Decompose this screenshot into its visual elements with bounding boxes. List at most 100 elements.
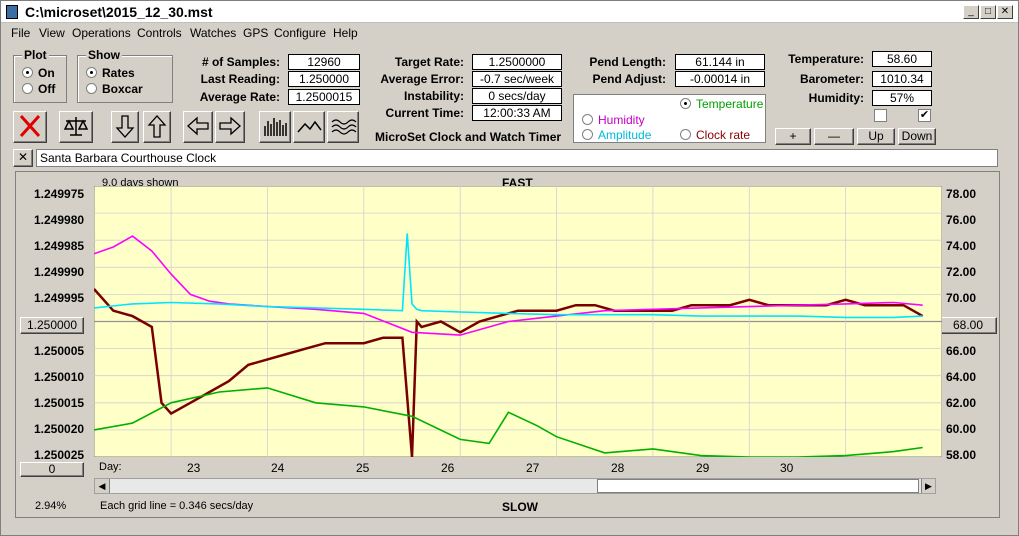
- day-tick: 27: [526, 461, 540, 475]
- temperature-option-label: Temperature: [696, 97, 764, 111]
- show-rates-label: Rates: [102, 66, 135, 80]
- clock-rate-radio[interactable]: Clock rate: [680, 128, 750, 142]
- show-boxcar-radio[interactable]: Boxcar: [86, 82, 143, 96]
- target-rate-field: 1.2500000: [472, 54, 562, 70]
- arrow-down-icon: [115, 115, 135, 138]
- plot-on-label: On: [38, 66, 55, 80]
- average-error-field: -0.7 sec/week: [472, 71, 562, 87]
- right-tick: 58.00: [946, 448, 977, 462]
- show-rates-radio[interactable]: Rates: [86, 66, 135, 80]
- show-group-title: Show: [86, 48, 122, 62]
- instability-field: 0 secs/day: [472, 88, 562, 104]
- scroll-thumb[interactable]: [597, 479, 919, 493]
- menu-help[interactable]: Help: [333, 26, 358, 40]
- stop-button[interactable]: [13, 111, 47, 143]
- minimize-button[interactable]: _: [963, 5, 979, 19]
- humidity-radio[interactable]: Humidity: [582, 113, 645, 127]
- pend-adjust-field: -0.00014 in: [675, 71, 765, 87]
- last-reading-label: Last Reading:: [200, 72, 280, 86]
- left-tick: 1.249995: [34, 291, 85, 305]
- show-group: Show Rates Boxcar: [77, 48, 173, 103]
- right-checkbox[interactable]: ✔: [918, 109, 931, 122]
- minus-button[interactable]: —: [814, 128, 854, 145]
- balance-button[interactable]: [59, 111, 93, 143]
- close-button[interactable]: ✕: [997, 5, 1013, 19]
- menu-file[interactable]: File: [11, 26, 30, 40]
- scale-icon: [63, 117, 89, 136]
- menu-bar: File View Operations Controls Watches GP…: [1, 23, 1018, 43]
- plot-off-radio[interactable]: Off: [22, 82, 55, 96]
- red-x-icon: [19, 114, 41, 138]
- temperature-radio[interactable]: Temperature: [680, 97, 763, 111]
- right-tick: 60.00: [946, 422, 977, 436]
- average-rate-label: Average Rate:: [199, 90, 280, 104]
- left-level-button[interactable]: 1.250000: [20, 317, 84, 334]
- right-tick: 64.00: [946, 370, 977, 384]
- radio-dot-icon: [86, 67, 97, 78]
- humidity-label: Humidity:: [808, 91, 864, 105]
- up-button[interactable]: Up: [857, 128, 895, 145]
- pend-length-field: 61.144 in: [675, 54, 765, 70]
- radio-dot-icon: [22, 83, 33, 94]
- wave-icon: [331, 119, 357, 135]
- menu-controls[interactable]: Controls: [137, 26, 182, 40]
- left-tick: 1.249985: [34, 239, 85, 253]
- bottom-level-button[interactable]: 0: [20, 462, 84, 477]
- left-checkbox[interactable]: [874, 109, 887, 122]
- app-name-label: MicroSet Clock and Watch Timer: [375, 130, 562, 144]
- right-tick: 72.00: [946, 265, 977, 279]
- current-time-field: 12:00:33 AM: [472, 105, 562, 121]
- barometer-field: 1010.34: [872, 71, 932, 87]
- menu-operations[interactable]: Operations: [72, 26, 131, 40]
- percent-label: 2.94%: [35, 500, 67, 512]
- right-tick: 66.00: [946, 344, 977, 358]
- arrow-up-button[interactable]: [143, 111, 171, 143]
- day-tick: 26: [441, 461, 455, 475]
- clock-name-field[interactable]: Santa Barbara Courthouse Clock: [36, 149, 998, 167]
- rate-chart: [94, 186, 942, 457]
- clear-clock-button[interactable]: ✕: [13, 149, 33, 167]
- temperature-field: 58.60: [872, 51, 932, 67]
- amplitude-radio[interactable]: Amplitude: [582, 128, 651, 142]
- maximize-button[interactable]: □: [980, 5, 996, 19]
- grid-note: Each grid line = 0.346 secs/day: [100, 500, 254, 512]
- right-tick: 76.00: [946, 213, 977, 227]
- day-tick: 29: [696, 461, 710, 475]
- humidity-field: 57%: [872, 90, 932, 106]
- day-tick: 23: [187, 461, 201, 475]
- right-tick: 74.00: [946, 239, 977, 253]
- radio-dot-icon: [680, 129, 691, 140]
- average-rate-field: 1.2500015: [288, 89, 360, 105]
- slow-label: SLOW: [502, 500, 538, 514]
- arrow-up-icon: [147, 115, 167, 138]
- arrow-left-icon: [187, 116, 209, 136]
- radio-dot-icon: [582, 114, 593, 125]
- wave-button[interactable]: [327, 111, 359, 143]
- arrow-down-button[interactable]: [111, 111, 139, 143]
- samples-field: 12960: [288, 54, 360, 70]
- radio-dot-icon: [680, 98, 691, 109]
- plot-on-radio[interactable]: On: [22, 66, 55, 80]
- arrow-right-button[interactable]: [215, 111, 245, 143]
- menu-gps[interactable]: GPS: [243, 26, 268, 40]
- menu-watches[interactable]: Watches: [190, 26, 236, 40]
- scroll-right-icon[interactable]: ▶: [921, 479, 935, 493]
- arrow-left-button[interactable]: [183, 111, 213, 143]
- scroll-left-icon[interactable]: ◀: [95, 479, 110, 493]
- trend-button[interactable]: [293, 111, 325, 143]
- down-button[interactable]: Down: [898, 128, 936, 145]
- plot-panel: 9.0 days shown FAST SLOW Day: Each grid …: [15, 171, 1000, 518]
- plot-group-title: Plot: [22, 48, 49, 62]
- temperature-label: Temperature:: [788, 52, 864, 66]
- barometer-label: Barometer:: [799, 72, 864, 86]
- right-level-button[interactable]: 68.00: [939, 317, 997, 334]
- left-tick: 1.250015: [34, 396, 85, 410]
- time-scrollbar[interactable]: ◀ ▶: [94, 478, 936, 494]
- histogram-button[interactable]: [259, 111, 291, 143]
- day-tick: 24: [271, 461, 285, 475]
- left-tick: 1.250020: [34, 422, 85, 436]
- menu-configure[interactable]: Configure: [274, 26, 326, 40]
- plus-button[interactable]: +: [775, 128, 811, 145]
- left-tick: 1.249980: [34, 213, 85, 227]
- menu-view[interactable]: View: [39, 26, 65, 40]
